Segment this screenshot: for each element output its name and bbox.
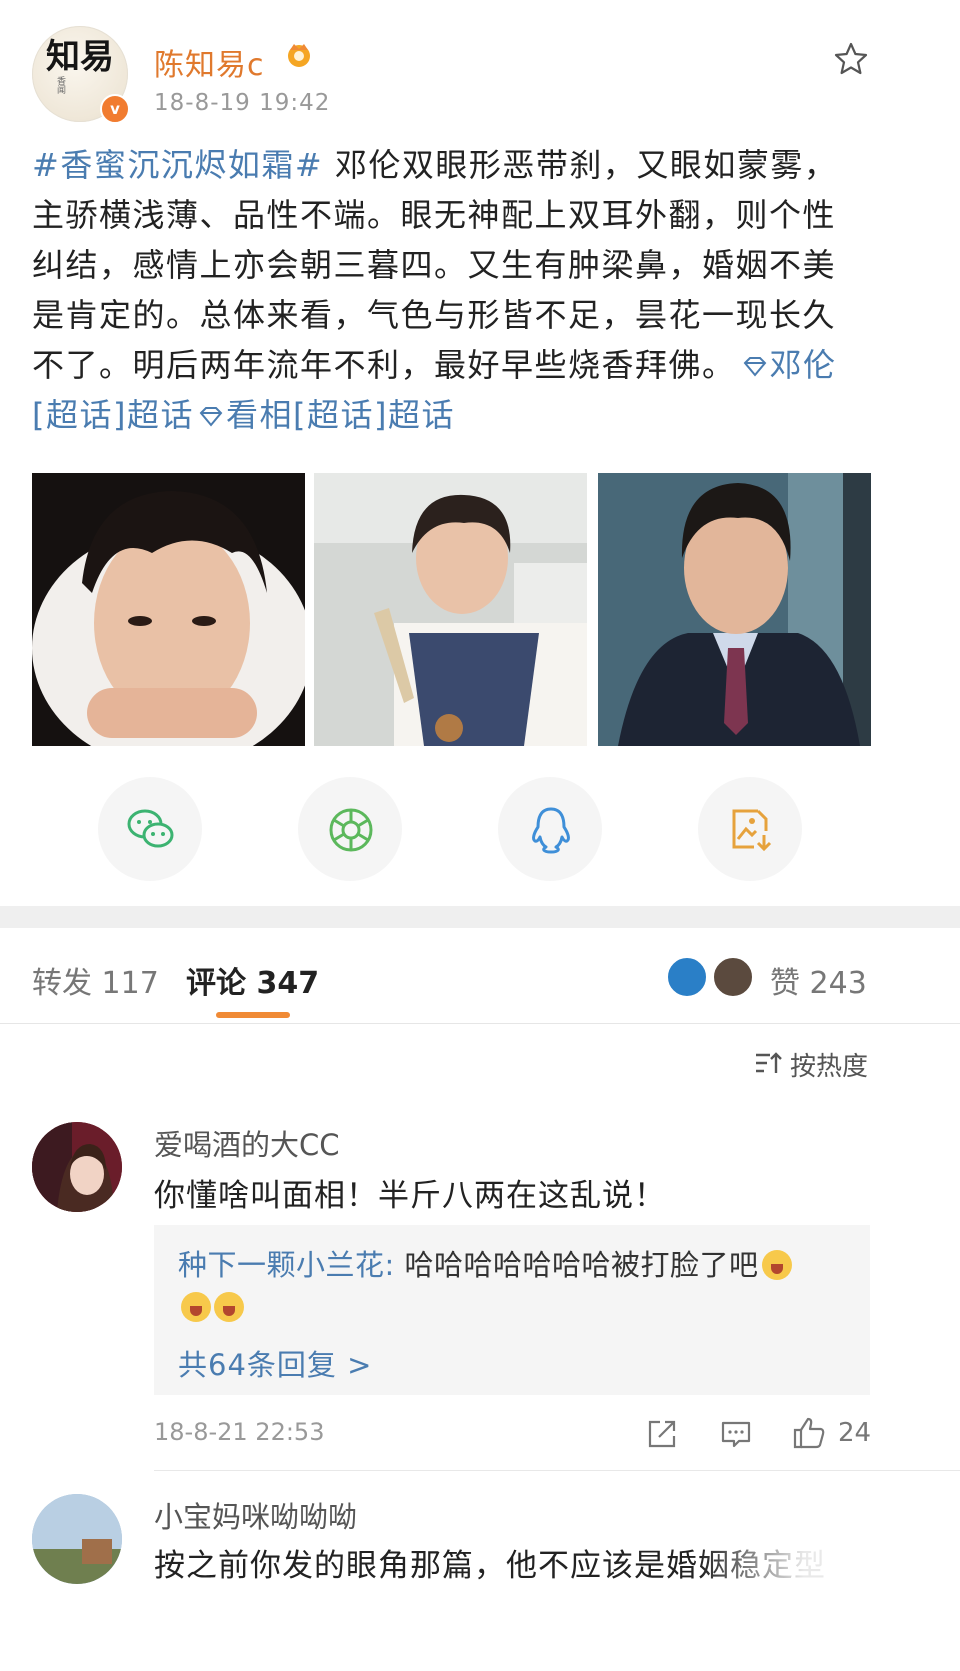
emoji-row xyxy=(178,1292,244,1322)
laugh-emoji-icon xyxy=(761,1250,792,1280)
post-body: #香蜜沉沉烬如霜# 邓伦双眼形恶带刹，又眼如蒙雾，主骄横浅薄、品性不端。眼无神配… xyxy=(32,140,862,440)
tab-comments[interactable]: 评论 347 xyxy=(186,958,319,1002)
liker-avatar xyxy=(666,956,708,998)
active-tab-indicator xyxy=(216,1012,290,1018)
avatar-calligraphy: 知易 xyxy=(46,37,114,77)
comment-divider xyxy=(154,1470,960,1471)
commenter-avatar[interactable] xyxy=(32,1494,122,1584)
comment-like-count: 24 xyxy=(838,1418,872,1448)
favorite-star-icon[interactable] xyxy=(832,40,870,78)
qq-icon xyxy=(532,807,570,854)
diamond-icon xyxy=(199,407,223,427)
moments-icon xyxy=(329,808,373,852)
tab-divider xyxy=(0,1023,960,1024)
tab-likes[interactable]: 赞 243 xyxy=(770,958,867,1002)
share-qq-button[interactable] xyxy=(498,777,602,881)
commenter-name[interactable]: 爱喝酒的大CC xyxy=(154,1122,340,1164)
supertopic-link-2[interactable]: 看相[超话]超话 xyxy=(194,396,455,434)
share-moments-button[interactable] xyxy=(298,777,402,881)
view-all-replies-link[interactable]: 共64条回复 > xyxy=(178,1342,372,1384)
laugh-emoji-icon xyxy=(214,1292,244,1322)
reply-line: 种下一颗小兰花: 哈哈哈哈哈哈哈被打脸了吧 xyxy=(178,1242,792,1284)
thumbs-up-icon[interactable] xyxy=(792,1416,826,1450)
verified-badge: v xyxy=(100,94,130,124)
share-wechat-button[interactable] xyxy=(98,777,202,881)
post-timestamp: 18-8-19 19:42 xyxy=(154,90,331,116)
comment-icon[interactable] xyxy=(720,1418,752,1450)
reply-text: 哈哈哈哈哈哈哈被打脸了吧 xyxy=(394,1248,759,1282)
watermark-fade xyxy=(700,1520,960,1671)
repost-icon[interactable] xyxy=(646,1418,678,1450)
post-photo-2[interactable] xyxy=(314,473,587,746)
author-name[interactable]: 陈知易c xyxy=(154,40,265,84)
section-divider xyxy=(0,906,960,928)
sort-icon[interactable] xyxy=(754,1050,782,1076)
tab-repost[interactable]: 转发 117 xyxy=(32,958,159,1002)
topic-link[interactable]: #香蜜沉沉烬如霜# xyxy=(32,146,323,184)
comment-text: 你懂啥叫面相！半斤八两在这乱说！ xyxy=(154,1178,666,1214)
wechat-icon xyxy=(127,809,174,848)
save-image-icon xyxy=(732,809,772,852)
commenter-name[interactable]: 小宝妈咪呦呦呦 xyxy=(154,1494,357,1536)
diamond-icon xyxy=(743,357,766,377)
crown-badge-icon xyxy=(288,44,310,67)
laugh-emoji-icon xyxy=(181,1292,211,1322)
post-photo-3[interactable] xyxy=(598,473,871,746)
avatar-seal: 香闻 xyxy=(55,76,65,94)
sort-by-hot-button[interactable]: 按热度 xyxy=(790,1046,868,1083)
post-photo-1[interactable] xyxy=(32,473,305,746)
comment-timestamp: 18-8-21 22:53 xyxy=(154,1418,325,1446)
supertopic-label-2: 看相[超话]超话 xyxy=(225,396,455,434)
reply-user[interactable]: 种下一颗小兰花: xyxy=(178,1248,395,1282)
liker-avatar xyxy=(712,956,754,998)
save-image-button[interactable] xyxy=(698,777,802,881)
commenter-avatar[interactable] xyxy=(32,1122,122,1212)
